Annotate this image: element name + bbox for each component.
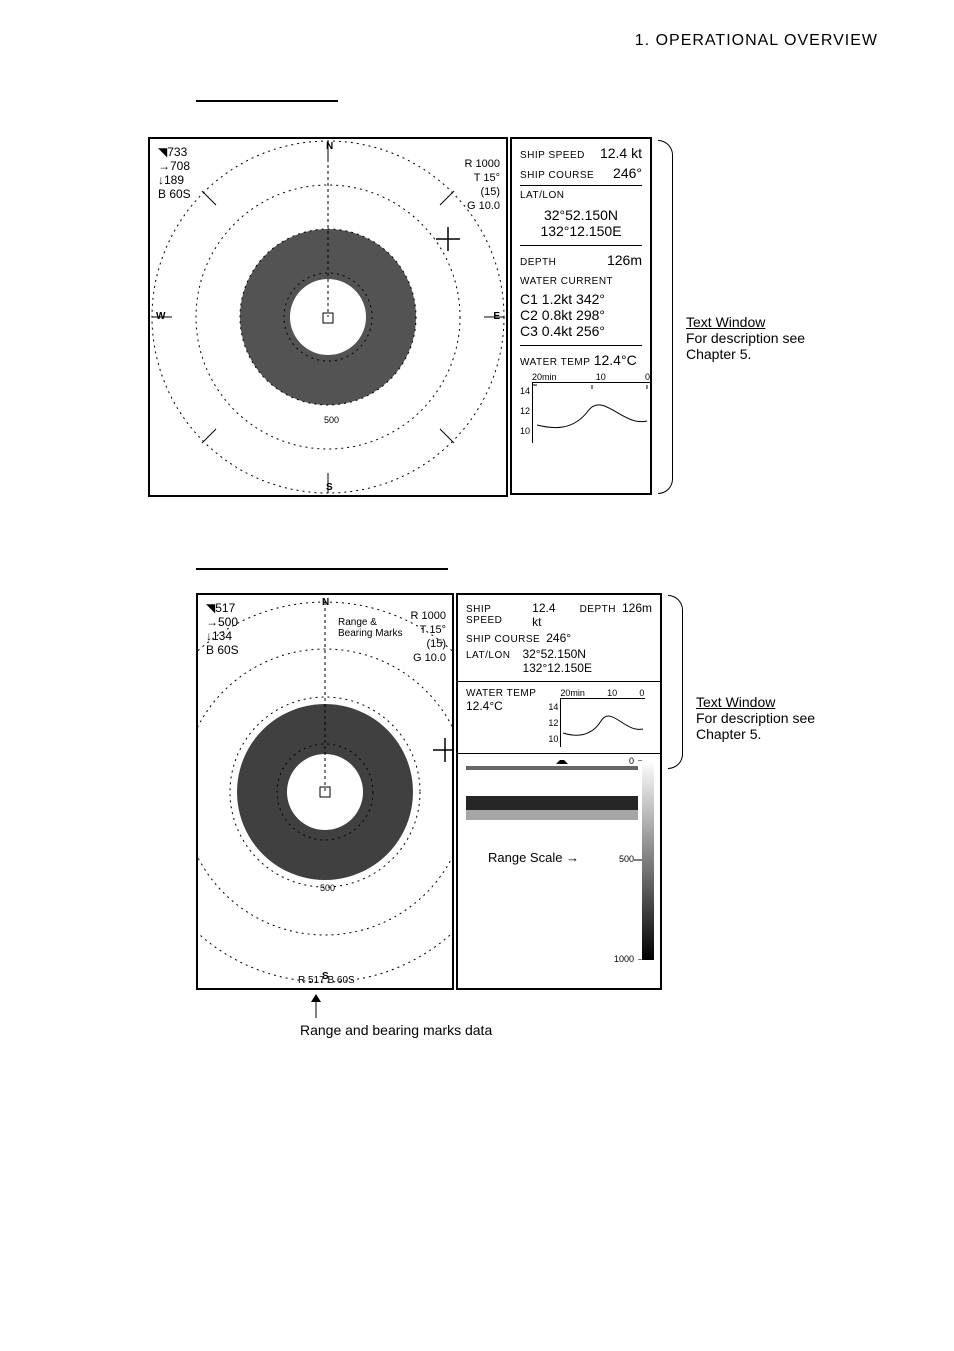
range-bearing-marks-label: Range & Bearing Marks [338, 617, 402, 639]
annotation-fig2: Text Window For description see Chapter … [696, 694, 815, 742]
compass-north: N [326, 141, 333, 152]
temp-history-graph [532, 382, 651, 443]
ship-course-value: 246° [613, 165, 642, 181]
compass-south: S [326, 482, 333, 493]
rb-data-readout: R 517 B 60S [298, 975, 355, 986]
page-header: 1. OPERATIONAL OVERVIEW [635, 32, 878, 50]
lon-value-2: 132°12.150E [522, 661, 592, 675]
range-ring-label-2: 500 [320, 883, 335, 893]
graph2-y-14: 14 [548, 702, 558, 712]
graph-x-20: 20min [532, 372, 557, 382]
nav-readout-2: ◥517 →500 ↓134 B 60S [206, 601, 239, 657]
range-scale-label: Range Scale → [488, 850, 579, 865]
arrow-up-icon [306, 994, 326, 1020]
ship-speed-value: 12.4 kt [600, 145, 642, 161]
range-params-2: R 1000 T 15° (15) G 10.0 [411, 609, 446, 665]
depth-value: 126m [607, 252, 642, 268]
latlon-label-2: LAT/LON [466, 650, 510, 661]
water-current-label: WATER CURRENT [520, 276, 642, 287]
slant-icon: ◥ [206, 601, 215, 615]
ship-course-value-2: 246° [546, 631, 571, 645]
water-temp-value-2: 12.4°C [466, 699, 536, 713]
brace-fig1 [658, 140, 673, 494]
slant-icon: ◥ [158, 145, 167, 159]
graph2-x-10: 10 [607, 688, 617, 698]
text-window-combo: SHIP SPEED 12.4 kt DEPTH 126m SHIP COURS… [456, 593, 662, 990]
range-params: R 1000 T 15° (15) G 10.0 [465, 157, 500, 213]
es-scale-500: 500 [619, 854, 634, 864]
graph2-x-20: 20min [560, 688, 585, 698]
current-c3: C3 0.4kt 256° [520, 323, 642, 339]
lon-value: 132°12.150E [520, 223, 642, 239]
water-temp-value: 12.4°C [594, 352, 637, 368]
graph2-y-10: 10 [548, 734, 558, 744]
range-ring-label: 500 [324, 415, 339, 425]
graph2-x-0: 0 [639, 688, 644, 698]
ship-course-label: SHIP COURSE [520, 170, 594, 181]
annotation-fig1: Text Window For description see Chapter … [686, 314, 805, 362]
echo-sounder-display: 0 500 1000 Range Scale → [466, 760, 652, 960]
graph-y-10: 10 [520, 426, 530, 436]
graph-y-12: 12 [520, 406, 530, 416]
text-window-full: SHIP SPEED 12.4 kt SHIP COURSE 246° LAT/… [510, 137, 652, 495]
es-scale-0: 0 [629, 756, 634, 766]
graph2-y-12: 12 [548, 718, 558, 728]
water-temp-label-2: WATER TEMP [466, 688, 536, 699]
arrow-right-icon: → [566, 850, 579, 865]
horiz-icon: → [206, 615, 218, 629]
ship-speed-label-2: SHIP SPEED [466, 604, 526, 626]
compass-north-2: N [322, 597, 329, 608]
depth-label-2: DEPTH [580, 604, 616, 615]
compass-west: W [156, 311, 165, 322]
current-c2: C2 0.8kt 298° [520, 307, 642, 323]
graph-x-0: 0 [645, 372, 650, 382]
graph-x-10: 10 [596, 372, 606, 382]
compass-east: E [493, 311, 500, 322]
temp-history-graph-2 [560, 698, 645, 747]
lat-value-2: 32°52.150N [522, 647, 586, 661]
ship-speed-label: SHIP SPEED [520, 150, 585, 161]
brace-fig2 [668, 595, 683, 769]
sonar-display-combo: ◥517 →500 ↓134 B 60S R 1000 T 15° (15) G… [196, 593, 454, 990]
water-temp-label: WATER TEMP [520, 357, 590, 368]
current-c1: C1 1.2kt 342° [520, 291, 642, 307]
es-scale-1000: 1000 [614, 954, 634, 964]
ship-course-label-2: SHIP COURSE [466, 634, 540, 645]
lat-value: 32°52.150N [520, 207, 642, 223]
latlon-label: LAT/LON [520, 190, 642, 201]
horiz-icon: → [158, 159, 170, 173]
nav-readout: ◥733 →708 ↓189 B 60S [158, 145, 191, 201]
ship-speed-value-2: 12.4 kt [532, 601, 565, 629]
depth-label: DEPTH [520, 257, 556, 268]
sonar-display-full: ◥733 →708 ↓189 B 60S R 1000 T 15° (15) G… [148, 137, 508, 497]
depth-value-2: 126m [622, 601, 652, 615]
caption-fig2: Range and bearing marks data [300, 1022, 492, 1038]
graph-y-14: 14 [520, 386, 530, 396]
